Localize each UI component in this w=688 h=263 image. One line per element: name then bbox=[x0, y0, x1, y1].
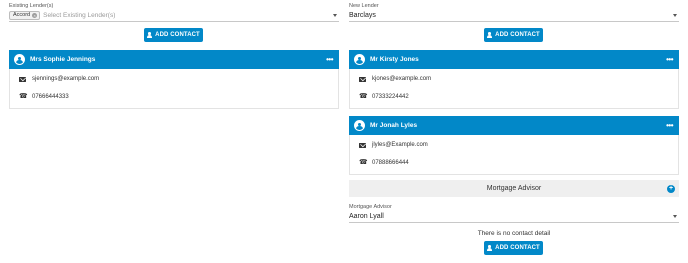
envelope-icon bbox=[359, 142, 366, 148]
user-avatar-icon bbox=[354, 120, 365, 131]
contact-phone-row: ☎ 07333224442 bbox=[359, 93, 409, 100]
more-dots-icon[interactable]: ••• bbox=[666, 121, 673, 130]
more-dots-icon[interactable]: ••• bbox=[666, 55, 673, 64]
user-icon bbox=[487, 32, 493, 38]
contact-phone-row: ☎ 07666444333 bbox=[19, 93, 69, 100]
lender-tag-label: Accord bbox=[13, 12, 31, 18]
user-avatar-icon bbox=[14, 54, 25, 65]
contact-phone[interactable]: 07333224442 bbox=[372, 94, 409, 100]
phone-icon: ☎ bbox=[359, 93, 368, 100]
contact-phone[interactable]: 07666444333 bbox=[32, 94, 69, 100]
envelope-icon bbox=[359, 76, 366, 82]
add-contact-button[interactable]: ADD CONTACT bbox=[144, 28, 203, 42]
chevron-down-icon[interactable] bbox=[673, 13, 677, 17]
contact-card-header: Mr Kirsty Jones ••• bbox=[349, 50, 679, 69]
contact-card-body: jlyles@Example.com ☎ 07888666444 bbox=[349, 135, 679, 175]
contact-email-row: sjennings@example.com bbox=[19, 76, 99, 82]
existing-lender-column: Existing Lender(s) Accord × Select Exist… bbox=[9, 0, 339, 263]
contact-email-row: jlyles@Example.com bbox=[359, 142, 428, 148]
new-lender-select[interactable]: Barclays bbox=[349, 9, 679, 22]
add-contact-label: ADD CONTACT bbox=[495, 245, 540, 251]
contact-card-header: Mr Jonah Lyles ••• bbox=[349, 116, 679, 135]
lender-tag[interactable]: Accord × bbox=[9, 10, 41, 20]
contact-email-row: kjones@example.com bbox=[359, 76, 431, 82]
contact-email[interactable]: kjones@example.com bbox=[372, 76, 431, 82]
contact-phone[interactable]: 07888666444 bbox=[372, 160, 409, 166]
existing-lender-select[interactable]: Accord × Select Existing Lender(s) bbox=[9, 9, 339, 22]
contact-email[interactable]: sjennings@example.com bbox=[32, 76, 99, 82]
phone-icon: ☎ bbox=[19, 93, 28, 100]
user-icon bbox=[487, 245, 493, 251]
add-contact-button[interactable]: ADD CONTACT bbox=[484, 241, 543, 255]
mortgage-advisor-value: Aaron Lyall bbox=[349, 212, 384, 220]
new-lender-column: New Lender Barclays ADD CONTACT Mr Kirst… bbox=[349, 0, 679, 263]
contact-card-body: kjones@example.com ☎ 07333224442 bbox=[349, 69, 679, 109]
mortgage-advisor-select[interactable]: Aaron Lyall bbox=[349, 210, 679, 223]
add-contact-label: ADD CONTACT bbox=[155, 32, 200, 38]
new-lender-value: Barclays bbox=[349, 11, 376, 19]
add-contact-button[interactable]: ADD CONTACT bbox=[484, 28, 543, 42]
mortgage-advisor-section-header: Mortgage Advisor + bbox=[349, 180, 679, 197]
contact-name: Mr Jonah Lyles bbox=[370, 122, 418, 129]
chevron-down-icon[interactable] bbox=[673, 214, 677, 218]
remove-tag-icon[interactable]: × bbox=[32, 12, 38, 18]
plus-circle-icon[interactable]: + bbox=[667, 184, 675, 193]
envelope-icon bbox=[19, 76, 26, 82]
contact-card-body: sjennings@example.com ☎ 07666444333 bbox=[9, 69, 339, 109]
mortgage-advisor-title: Mortgage Advisor bbox=[486, 185, 542, 192]
contact-email[interactable]: jlyles@Example.com bbox=[372, 142, 428, 148]
contact-card-header: Mrs Sophie Jennings ••• bbox=[9, 50, 339, 69]
add-contact-label: ADD CONTACT bbox=[495, 32, 540, 38]
user-avatar-icon bbox=[354, 54, 365, 65]
user-icon bbox=[147, 32, 153, 38]
chevron-down-icon[interactable] bbox=[333, 13, 337, 17]
existing-lender-placeholder: Select Existing Lender(s) bbox=[43, 11, 116, 19]
phone-icon: ☎ bbox=[359, 159, 368, 166]
contact-phone-row: ☎ 07888666444 bbox=[359, 159, 409, 166]
contact-name: Mrs Sophie Jennings bbox=[30, 56, 96, 63]
contact-name: Mr Kirsty Jones bbox=[370, 56, 419, 63]
no-contact-message: There is no contact detail bbox=[477, 230, 551, 237]
more-dots-icon[interactable]: ••• bbox=[326, 55, 333, 64]
